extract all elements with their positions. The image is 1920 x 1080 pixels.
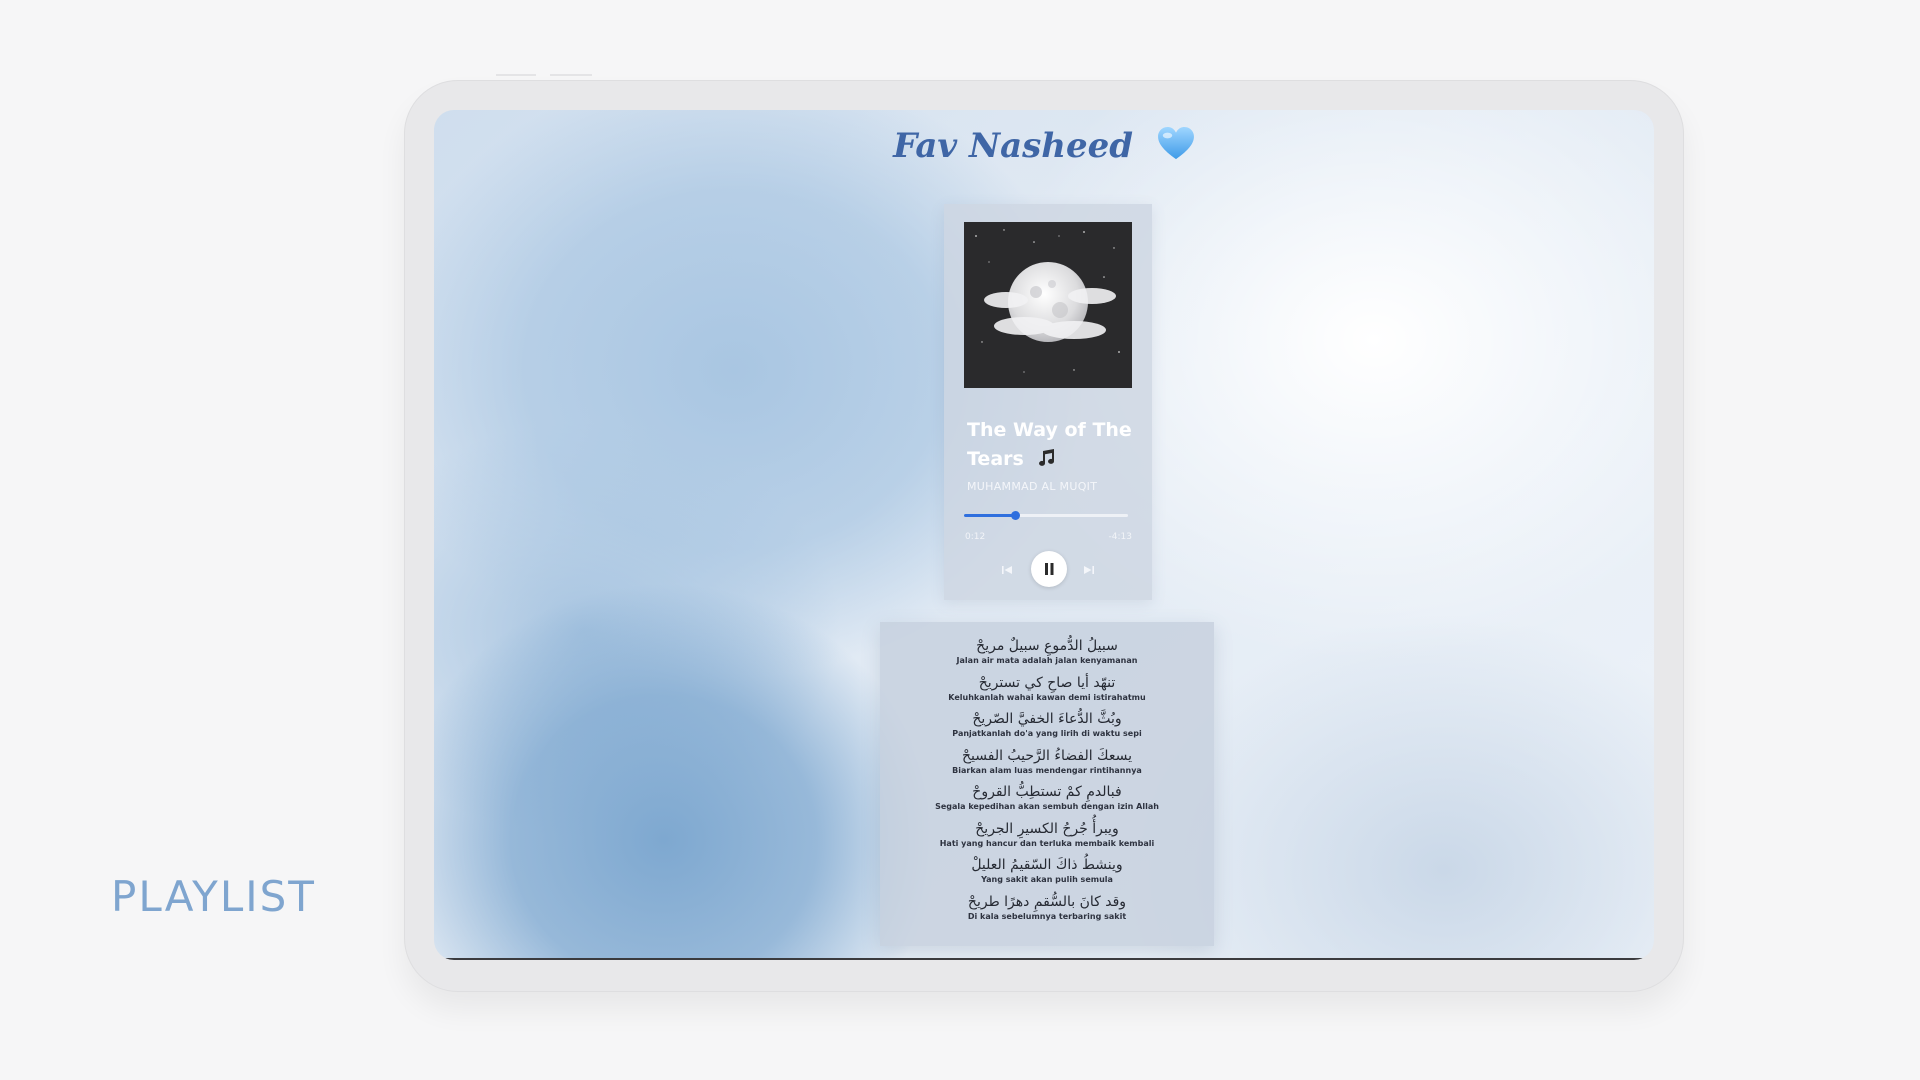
lyric-arabic: يسعكَ الفضاءُ الرَّحيبُ الفسيحْ (961, 747, 1132, 764)
lyric-line: تنهّد أيا صاحِ كي تستريحْ Keluhkanlah wah… (880, 673, 1214, 710)
lyric-translation: Biarkan alam luas mendengar rintihannya (952, 765, 1142, 775)
progress-slider[interactable] (964, 511, 1128, 520)
track-title: The Way of The Tears (967, 416, 1147, 474)
pause-icon (1045, 563, 1054, 575)
app-screen: Fav Nasheed The Way of The Tears MUHAMMA… (434, 110, 1654, 960)
music-note-icon (1039, 449, 1055, 466)
lyric-arabic: سبيلُ الدُّموعِ سبيلٌ مريحْ (976, 638, 1118, 654)
lyric-line: فبالدمِ كمْ تستطِبُّ القروحْ Segala keped… (880, 782, 1214, 819)
next-button[interactable] (1082, 562, 1096, 576)
lyric-translation: Hati yang hancur dan terluka membaik kem… (939, 838, 1155, 848)
lyric-translation: Di kala sebelumnya terbaring sakit (967, 911, 1127, 921)
lyric-line: وبُثَّ الدُّعاءَ الخفيَّ الصّريحْ Panjatk… (880, 709, 1214, 746)
top-edge-mark (550, 74, 592, 76)
player-card: The Way of The Tears MUHAMMAD AL MUQIT 0… (944, 204, 1152, 600)
lyric-line: سبيلُ الدُّموعِ سبيلٌ مريحْ Jalan air mat… (880, 636, 1214, 673)
lyric-arabic: ويبرأُ جُرحُ الكسيرِ الجريحْ (975, 820, 1119, 837)
previous-button[interactable] (1000, 562, 1014, 576)
app-title: Fav Nasheed (434, 126, 1654, 166)
lyric-translation: Panjatkanlah do'a yang lirih di waktu se… (952, 729, 1142, 738)
heart-icon (1157, 127, 1194, 160)
lyric-translation: Keluhkanlah wahai kawan demi istirahatmu (948, 692, 1146, 702)
lyric-arabic: وبُثَّ الدُّعاءَ الخفيَّ الصّريحْ (972, 711, 1122, 727)
top-edge-mark (496, 74, 536, 76)
lyric-translation: Yang sakit akan pulih semula (981, 875, 1113, 884)
playlist-label: PLAYLIST (111, 872, 316, 921)
lyric-translation: Jalan air mata adalah jalan kenyamanan (956, 656, 1138, 665)
time-elapsed: 0:12 (965, 532, 986, 542)
skip-forward-icon (1084, 566, 1094, 574)
app-title-text: Fav Nasheed (893, 126, 1134, 166)
skip-back-icon (1002, 566, 1012, 574)
progress-fill (964, 514, 1015, 517)
track-artist: MUHAMMAD AL MUQIT (967, 480, 1098, 493)
lyrics-panel: سبيلُ الدُّموعِ سبيلٌ مريحْ Jalan air mat… (880, 622, 1214, 946)
time-remaining: -4:13 (1108, 532, 1132, 542)
lyric-arabic: تنهّد أيا صاحِ كي تستريحْ (978, 674, 1116, 691)
pause-button[interactable] (1031, 551, 1067, 587)
lyric-arabic: فبالدمِ كمْ تستطِبُّ القروحْ (972, 784, 1122, 800)
progress-knob[interactable] (1010, 511, 1020, 520)
lyric-line: وينشطُ ذاكَ السّقيمُ العليلْ Yang sakit a… (880, 855, 1214, 892)
lyric-line: وقد كانَ بالسُّقمِ دهرًا طريحْ Di kala se… (880, 892, 1214, 929)
lyric-arabic: وينشطُ ذاكَ السّقيمُ العليلْ (971, 857, 1123, 873)
screen-bottom-edge (434, 958, 1654, 960)
album-art (964, 222, 1132, 388)
lyric-line: يسعكَ الفضاءُ الرَّحيبُ الفسيحْ Biarkan a… (880, 746, 1214, 783)
lyric-arabic: وقد كانَ بالسُّقمِ دهرًا طريحْ (967, 893, 1127, 910)
tablet-frame: Fav Nasheed The Way of The Tears MUHAMMA… (404, 80, 1684, 992)
lyric-line: ويبرأُ جُرحُ الكسيرِ الجريحْ Hati yang ha… (880, 819, 1214, 856)
moon-artwork (964, 222, 1132, 388)
lyric-translation: Segala kepedihan akan sembuh dengan izin… (935, 802, 1159, 811)
